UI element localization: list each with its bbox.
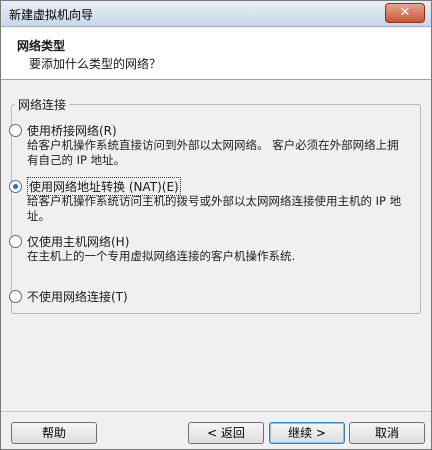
option-host-only: 仅使用主机网络(H) 在主机上的一个专用虚拟网络连接的客户机操作系统. [9, 233, 404, 264]
option-nat: 使用网络地址转换 (NAT)(E) 给客户机操作系统访问主机的拨号或外部以太网网… [9, 176, 404, 224]
option-nat-desc: 给客户机操作系统访问主机的拨号或外部以太网网络连接使用主机的 IP 地址。 [27, 194, 402, 223]
back-button[interactable]: < 返回 [188, 422, 264, 444]
page-subtitle: 要添加什么类型的网络？ [29, 57, 162, 71]
option-bridged-desc: 给客户机操作系统直接访问到外部以太网网络。 客户必须在外部网络上拥有自己的 IP… [27, 138, 399, 167]
radio-nat[interactable] [9, 179, 22, 193]
cancel-button[interactable]: 取消 [349, 422, 425, 444]
close-button[interactable]: ✕ [385, 3, 425, 23]
wizard-window: 新建虚拟机向导 ✕ 网络类型 要添加什么类型的网络？ 网络连接 使用桥接网络(R… [0, 0, 432, 450]
page-title: 网络类型 [17, 39, 66, 53]
option-bridged-label[interactable]: 使用桥接网络(R) [27, 122, 117, 139]
option-nat-label[interactable]: 使用网络地址转换 (NAT)(E) [27, 176, 181, 196]
window-title: 新建虚拟机向导 [9, 8, 94, 22]
option-bridged: 使用桥接网络(R) 给客户机操作系统直接访问到外部以太网网络。 客户必须在外部网… [9, 122, 404, 168]
footer-divider [1, 411, 431, 412]
option-host-only-label[interactable]: 仅使用主机网络(H) [27, 233, 129, 250]
radio-bridged[interactable] [9, 123, 22, 137]
option-no-network: 不使用网络连接(T) [9, 288, 404, 304]
radio-host-only[interactable] [9, 234, 22, 248]
help-button[interactable]: 帮助 [11, 422, 97, 444]
title-bar: 新建虚拟机向导 ✕ [1, 1, 431, 27]
option-host-only-desc: 在主机上的一个专用虚拟网络连接的客户机操作系统. [27, 249, 296, 263]
next-button[interactable]: 继续 > [269, 422, 345, 444]
group-legend: 网络连接 [15, 96, 70, 113]
wizard-header: 网络类型 要添加什么类型的网络？ [1, 28, 431, 80]
option-no-network-label[interactable]: 不使用网络连接(T) [27, 288, 128, 305]
radio-no-network[interactable] [9, 289, 22, 303]
